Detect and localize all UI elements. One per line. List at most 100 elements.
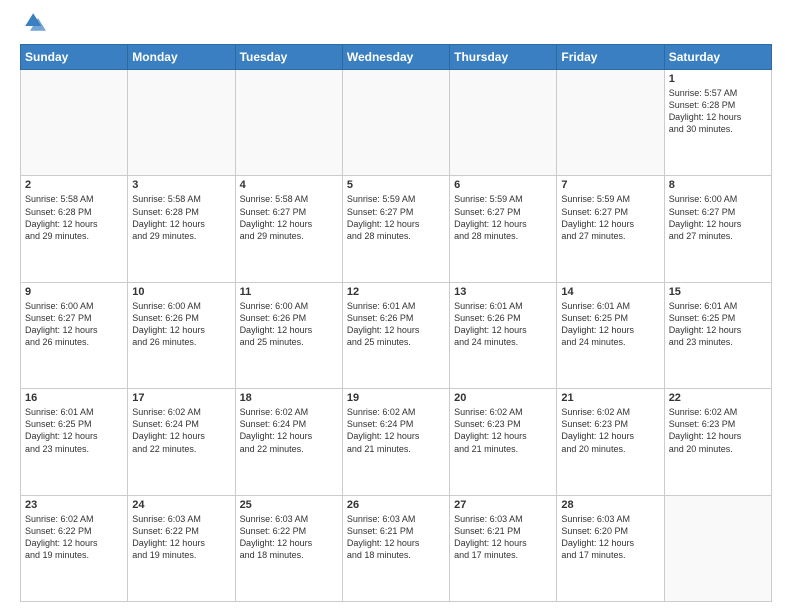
day-cell: 12 Sunrise: 6:01 AM Sunset: 6:26 PM Dayli… xyxy=(342,282,449,388)
day-number: 5 xyxy=(347,179,445,191)
day-cell: 3Sunrise: 5:58 AM Sunset: 6:28 PM Daylig… xyxy=(128,176,235,282)
day-cell xyxy=(342,70,449,176)
day-number: 2 xyxy=(25,179,123,191)
day-info: Sunrise: 5:58 AM Sunset: 6:27 PM Dayligh… xyxy=(240,193,338,242)
logo-icon xyxy=(22,10,46,34)
day-number: 17 xyxy=(132,392,230,404)
weekday-header-sunday: Sunday xyxy=(21,45,128,70)
logo xyxy=(20,20,46,34)
day-info: Sunrise: 6:02 AM Sunset: 6:23 PM Dayligh… xyxy=(669,406,767,455)
day-info: Sunrise: 5:59 AM Sunset: 6:27 PM Dayligh… xyxy=(454,193,552,242)
day-number: 16 xyxy=(25,392,123,404)
day-info: Sunrise: 6:00 AM Sunset: 6:27 PM Dayligh… xyxy=(25,300,123,349)
day-cell: 13 Sunrise: 6:01 AM Sunset: 6:26 PM Dayli… xyxy=(450,282,557,388)
day-cell xyxy=(557,70,664,176)
day-cell: 19 Sunrise: 6:02 AM Sunset: 6:24 PM Dayli… xyxy=(342,389,449,495)
day-info: Sunrise: 6:02 AM Sunset: 6:24 PM Dayligh… xyxy=(132,406,230,455)
day-number: 3 xyxy=(132,179,230,191)
day-number: 18 xyxy=(240,392,338,404)
day-number: 6 xyxy=(454,179,552,191)
day-cell: 23 Sunrise: 6:02 AM Sunset: 6:22 PM Dayli… xyxy=(21,495,128,601)
day-info: Sunrise: 5:59 AM Sunset: 6:27 PM Dayligh… xyxy=(561,193,659,242)
day-info: Sunrise: 6:00 AM Sunset: 6:26 PM Dayligh… xyxy=(240,300,338,349)
week-row-2: 2 Sunrise: 5:58 AM Sunset: 6:28 PM Daylig… xyxy=(21,176,772,282)
calendar-table: SundayMondayTuesdayWednesdayThursdayFrid… xyxy=(20,44,772,602)
day-cell: 27 Sunrise: 6:03 AM Sunset: 6:21 PM Dayli… xyxy=(450,495,557,601)
day-cell: 16 Sunrise: 6:01 AM Sunset: 6:25 PM Dayli… xyxy=(21,389,128,495)
day-cell xyxy=(128,70,235,176)
day-number: 9 xyxy=(25,286,123,298)
day-number: 12 xyxy=(347,286,445,298)
day-info: Sunrise: 6:03 AM Sunset: 6:21 PM Dayligh… xyxy=(347,513,445,562)
day-info: Sunrise: 6:03 AM Sunset: 6:20 PM Dayligh… xyxy=(561,513,659,562)
day-cell: 15 Sunrise: 6:01 AM Sunset: 6:25 PM Dayli… xyxy=(664,282,771,388)
week-row-4: 16 Sunrise: 6:01 AM Sunset: 6:25 PM Dayli… xyxy=(21,389,772,495)
weekday-header-monday: Monday xyxy=(128,45,235,70)
day-info: Sunrise: 6:02 AM Sunset: 6:24 PM Dayligh… xyxy=(240,406,338,455)
day-info: Sunrise: 5:59 AM Sunset: 6:27 PM Dayligh… xyxy=(347,193,445,242)
weekday-header-saturday: Saturday xyxy=(664,45,771,70)
weekday-header-thursday: Thursday xyxy=(450,45,557,70)
weekday-header-friday: Friday xyxy=(557,45,664,70)
day-number: 23 xyxy=(25,499,123,511)
day-cell: 24Sunrise: 6:03 AM Sunset: 6:22 PM Dayli… xyxy=(128,495,235,601)
day-cell: 14Sunrise: 6:01 AM Sunset: 6:25 PM Dayli… xyxy=(557,282,664,388)
day-info: Sunrise: 5:58 AM Sunset: 6:28 PM Dayligh… xyxy=(25,193,123,242)
day-info: Sunrise: 6:03 AM Sunset: 6:22 PM Dayligh… xyxy=(132,513,230,562)
day-number: 19 xyxy=(347,392,445,404)
day-number: 27 xyxy=(454,499,552,511)
day-info: Sunrise: 6:01 AM Sunset: 6:25 PM Dayligh… xyxy=(25,406,123,455)
weekday-header-wednesday: Wednesday xyxy=(342,45,449,70)
day-cell: 5 Sunrise: 5:59 AM Sunset: 6:27 PM Daylig… xyxy=(342,176,449,282)
day-cell: 7 Sunrise: 5:59 AM Sunset: 6:27 PM Daylig… xyxy=(557,176,664,282)
day-info: Sunrise: 6:00 AM Sunset: 6:27 PM Dayligh… xyxy=(669,193,767,242)
day-cell: 26Sunrise: 6:03 AM Sunset: 6:21 PM Dayli… xyxy=(342,495,449,601)
day-info: Sunrise: 6:03 AM Sunset: 6:22 PM Dayligh… xyxy=(240,513,338,562)
day-number: 1 xyxy=(669,73,767,85)
day-cell xyxy=(664,495,771,601)
day-info: Sunrise: 6:01 AM Sunset: 6:25 PM Dayligh… xyxy=(561,300,659,349)
day-number: 25 xyxy=(240,499,338,511)
weekday-header-row: SundayMondayTuesdayWednesdayThursdayFrid… xyxy=(21,45,772,70)
day-number: 20 xyxy=(454,392,552,404)
week-row-3: 9 Sunrise: 6:00 AM Sunset: 6:27 PM Daylig… xyxy=(21,282,772,388)
weekday-header-tuesday: Tuesday xyxy=(235,45,342,70)
day-info: Sunrise: 6:02 AM Sunset: 6:24 PM Dayligh… xyxy=(347,406,445,455)
day-number: 11 xyxy=(240,286,338,298)
day-cell: 21 Sunrise: 6:02 AM Sunset: 6:23 PM Dayli… xyxy=(557,389,664,495)
day-number: 13 xyxy=(454,286,552,298)
day-cell: 8 Sunrise: 6:00 AM Sunset: 6:27 PM Daylig… xyxy=(664,176,771,282)
week-row-5: 23 Sunrise: 6:02 AM Sunset: 6:22 PM Dayli… xyxy=(21,495,772,601)
day-cell: 20 Sunrise: 6:02 AM Sunset: 6:23 PM Dayli… xyxy=(450,389,557,495)
day-number: 28 xyxy=(561,499,659,511)
day-number: 4 xyxy=(240,179,338,191)
day-info: Sunrise: 5:57 AM Sunset: 6:28 PM Dayligh… xyxy=(669,87,767,136)
day-number: 7 xyxy=(561,179,659,191)
day-cell: 2 Sunrise: 5:58 AM Sunset: 6:28 PM Daylig… xyxy=(21,176,128,282)
page: SundayMondayTuesdayWednesdayThursdayFrid… xyxy=(0,0,792,612)
day-number: 22 xyxy=(669,392,767,404)
day-info: Sunrise: 6:03 AM Sunset: 6:21 PM Dayligh… xyxy=(454,513,552,562)
day-info: Sunrise: 6:00 AM Sunset: 6:26 PM Dayligh… xyxy=(132,300,230,349)
day-cell: 10 Sunrise: 6:00 AM Sunset: 6:26 PM Dayli… xyxy=(128,282,235,388)
day-info: Sunrise: 6:01 AM Sunset: 6:25 PM Dayligh… xyxy=(669,300,767,349)
day-cell: 17 Sunrise: 6:02 AM Sunset: 6:24 PM Dayli… xyxy=(128,389,235,495)
day-number: 10 xyxy=(132,286,230,298)
day-info: Sunrise: 6:02 AM Sunset: 6:23 PM Dayligh… xyxy=(561,406,659,455)
day-cell: 9 Sunrise: 6:00 AM Sunset: 6:27 PM Daylig… xyxy=(21,282,128,388)
day-cell: 22 Sunrise: 6:02 AM Sunset: 6:23 PM Dayli… xyxy=(664,389,771,495)
day-cell xyxy=(235,70,342,176)
day-number: 21 xyxy=(561,392,659,404)
day-info: Sunrise: 6:01 AM Sunset: 6:26 PM Dayligh… xyxy=(347,300,445,349)
day-info: Sunrise: 6:01 AM Sunset: 6:26 PM Dayligh… xyxy=(454,300,552,349)
day-cell: 18 Sunrise: 6:02 AM Sunset: 6:24 PM Dayli… xyxy=(235,389,342,495)
header xyxy=(20,16,772,34)
day-number: 15 xyxy=(669,286,767,298)
day-cell: 6 Sunrise: 5:59 AM Sunset: 6:27 PM Daylig… xyxy=(450,176,557,282)
day-info: Sunrise: 6:02 AM Sunset: 6:22 PM Dayligh… xyxy=(25,513,123,562)
day-cell xyxy=(450,70,557,176)
day-number: 8 xyxy=(669,179,767,191)
day-cell: 4 Sunrise: 5:58 AM Sunset: 6:27 PM Daylig… xyxy=(235,176,342,282)
day-info: Sunrise: 6:02 AM Sunset: 6:23 PM Dayligh… xyxy=(454,406,552,455)
day-cell: 1 Sunrise: 5:57 AM Sunset: 6:28 PM Daylig… xyxy=(664,70,771,176)
